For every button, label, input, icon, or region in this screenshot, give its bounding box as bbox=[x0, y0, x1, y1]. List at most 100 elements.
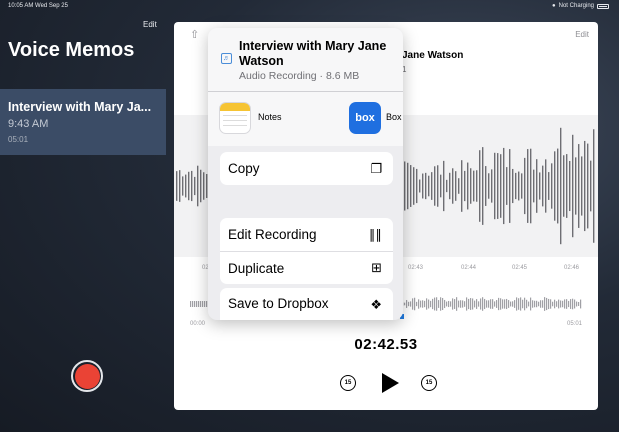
memo-list-item[interactable]: Interview with Mary Ja... 9:43 AM 05:01 bbox=[0, 89, 166, 155]
overview-bar bbox=[512, 301, 514, 307]
waveform-bar bbox=[500, 154, 502, 218]
overview-bar bbox=[524, 297, 526, 311]
overview-bar bbox=[502, 299, 504, 309]
sidebar-edit-button[interactable]: Edit bbox=[143, 20, 157, 29]
play-icon[interactable] bbox=[382, 373, 399, 393]
skip-back-15-icon[interactable]: 15 bbox=[340, 375, 356, 391]
overview-bar bbox=[442, 297, 444, 311]
overview-bar bbox=[466, 297, 468, 311]
waveform-bar bbox=[512, 168, 514, 204]
waveform-bar bbox=[569, 160, 571, 212]
overview-bar bbox=[194, 301, 196, 307]
waveform-bar bbox=[443, 160, 445, 212]
overview-bar bbox=[434, 297, 436, 311]
waveform-bar bbox=[203, 172, 205, 200]
overview-bar bbox=[410, 301, 412, 307]
waveform-bar bbox=[455, 171, 457, 201]
dropbox-icon: ❖ bbox=[370, 297, 382, 312]
overview-start-time: 00:00 bbox=[190, 321, 206, 327]
overview-bar bbox=[462, 300, 464, 308]
record-button[interactable] bbox=[71, 360, 103, 392]
recording-title: Jane Watson bbox=[402, 50, 464, 61]
edit-recording-label: Edit Recording bbox=[228, 227, 317, 242]
waveform-bar bbox=[422, 173, 424, 199]
overview-bar bbox=[542, 300, 544, 308]
share-icon[interactable]: ⇧ bbox=[190, 28, 199, 41]
overview-bar bbox=[504, 299, 506, 309]
waveform-bar bbox=[497, 153, 499, 219]
copy-action[interactable]: Copy ❐ bbox=[220, 152, 393, 185]
overview-bar bbox=[420, 300, 422, 308]
overview-bar bbox=[554, 299, 556, 309]
waveform-bar bbox=[593, 129, 595, 243]
notes-app-label[interactable]: Notes bbox=[258, 112, 282, 122]
copy-icon: ❐ bbox=[370, 160, 382, 176]
overview-bar bbox=[418, 299, 420, 309]
waveform-bar bbox=[521, 173, 523, 199]
overview-bar bbox=[192, 301, 194, 307]
overview-bar bbox=[444, 299, 446, 309]
status-date: Wed Sep 25 bbox=[35, 3, 68, 9]
overview-bar bbox=[476, 299, 478, 309]
duplicate-action[interactable]: Duplicate ⊞ bbox=[220, 251, 393, 284]
waveform-bar bbox=[584, 140, 586, 232]
overview-bar bbox=[438, 300, 440, 308]
duplicate-icon: ⊞ bbox=[371, 260, 382, 275]
waveform-bar bbox=[467, 162, 469, 210]
waveform-bar bbox=[554, 151, 556, 221]
waveform-bar bbox=[587, 143, 589, 229]
overview-bar bbox=[566, 299, 568, 309]
overview-bar bbox=[450, 301, 452, 307]
copy-action-label: Copy bbox=[228, 161, 260, 176]
waveform-bar bbox=[188, 171, 190, 201]
overview-bar bbox=[190, 301, 192, 307]
waveform-bar bbox=[410, 165, 412, 207]
overview-bar bbox=[446, 301, 448, 307]
overview-bar bbox=[514, 300, 516, 308]
panel-edit-button[interactable]: Edit bbox=[575, 30, 589, 39]
waveform-bar bbox=[536, 159, 538, 213]
timeline-label: 02:45 bbox=[512, 265, 528, 271]
overview-bar bbox=[464, 301, 466, 307]
waveform-bar bbox=[515, 172, 517, 200]
notes-app-icon[interactable] bbox=[219, 102, 251, 134]
save-to-dropbox-action[interactable]: Save to Dropbox ❖ bbox=[220, 288, 393, 320]
overview-bar bbox=[432, 298, 434, 310]
waveform-bar bbox=[485, 166, 487, 206]
edit-recording-action[interactable]: Edit Recording ∥∥ bbox=[220, 218, 393, 251]
waveform-bar bbox=[449, 172, 451, 200]
box-app-icon[interactable]: box bbox=[349, 102, 381, 134]
overview-bar bbox=[532, 300, 534, 308]
record-icon bbox=[74, 363, 100, 389]
waveform-bar bbox=[572, 134, 574, 238]
waveform-bar bbox=[494, 152, 496, 220]
skip-forward-15-icon[interactable]: 15 bbox=[421, 375, 437, 391]
waveform-bar bbox=[542, 165, 544, 207]
save-to-dropbox-label: Save to Dropbox bbox=[228, 296, 329, 311]
overview-bar bbox=[564, 299, 566, 309]
waveform-bar bbox=[473, 170, 475, 202]
overview-bar bbox=[486, 300, 488, 308]
overview-bar bbox=[404, 302, 406, 306]
box-app-label[interactable]: Box bbox=[386, 112, 402, 122]
overview-bar bbox=[558, 299, 560, 309]
playback-timer: 02:42.53 bbox=[354, 336, 418, 353]
edit-actions-card: Edit Recording ∥∥ Duplicate ⊞ bbox=[220, 218, 393, 284]
overview-bar bbox=[562, 300, 564, 308]
waveform-bar bbox=[200, 169, 202, 203]
waveform-bar bbox=[506, 167, 508, 205]
waveform-bar bbox=[563, 155, 565, 217]
waveform-bar bbox=[404, 161, 406, 211]
waveform-bar bbox=[419, 179, 421, 193]
waveform-bar bbox=[191, 170, 193, 202]
overview-bar bbox=[568, 300, 570, 308]
overview-bar bbox=[540, 300, 542, 308]
overview-bar bbox=[412, 298, 414, 310]
waveform-bar bbox=[581, 156, 583, 216]
share-sheet: ♬ Interview with Mary Jane Watson Audio … bbox=[208, 28, 403, 320]
share-sheet-title: Interview with Mary Jane Watson bbox=[239, 39, 387, 68]
waveform-bar bbox=[551, 163, 553, 209]
overview-bar bbox=[496, 300, 498, 308]
waveform-bar bbox=[491, 169, 493, 203]
overview-bar bbox=[508, 300, 510, 308]
